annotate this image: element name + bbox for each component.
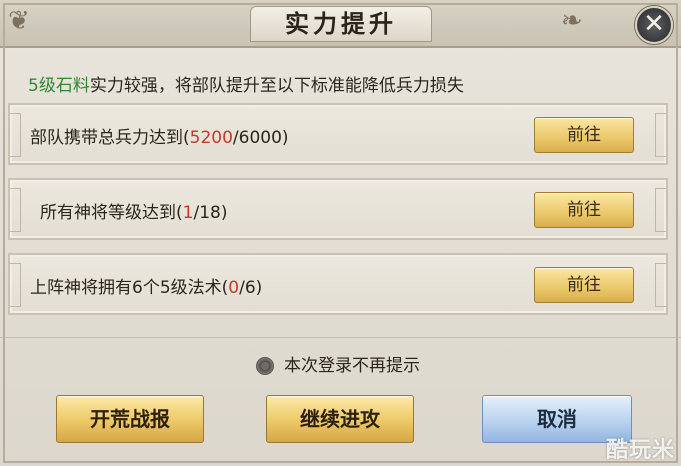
- close-icon: ✕: [643, 9, 665, 39]
- battle-report-button[interactable]: 开荒战报: [56, 395, 204, 443]
- watermark-logo: 酷玩米: [605, 438, 675, 463]
- continue-attack-button[interactable]: 继续进攻: [266, 395, 414, 443]
- go-button-troops[interactable]: 前往: [534, 117, 634, 153]
- task-row-troops: 部队携带总兵力达到(5200/6000) 前往: [8, 103, 668, 165]
- intro-message: 实力较强，将部队提升至以下标准能降低兵力损失: [89, 76, 464, 96]
- task-current-value: 5200: [189, 128, 233, 148]
- intro-text: 5级石料实力较强，将部队提升至以下标准能降低兵力损失: [28, 71, 464, 96]
- task-current-value: 0: [228, 278, 240, 298]
- task-label: 部队携带总兵力达到(5200/6000): [30, 128, 289, 148]
- dialog-title: 实力提升: [250, 6, 432, 42]
- go-button-hero-level[interactable]: 前往: [534, 192, 634, 228]
- close-button[interactable]: ✕: [635, 6, 673, 44]
- go-button-spells[interactable]: 前往: [534, 267, 634, 303]
- enemy-level-highlight: 5级石料: [28, 76, 90, 96]
- task-row-spells: 上阵神将拥有6个5级法术(0/6) 前往: [8, 253, 668, 315]
- dont-show-again-label: 本次登录不再提示: [284, 356, 420, 376]
- ornament-right-icon: ❧: [561, 6, 583, 36]
- task-current-value: 1: [182, 203, 194, 223]
- ornament-left-icon: ❦: [8, 6, 30, 36]
- task-label: 所有神将等级达到(1/18): [40, 203, 228, 223]
- radio-checkbox[interactable]: [256, 357, 274, 375]
- task-row-hero-level: 所有神将等级达到(1/18) 前往: [8, 178, 668, 240]
- strength-upgrade-dialog: ❦ 实力提升 ❧ ✕ 5级石料实力较强，将部队提升至以下标准能降低兵力损失 部队…: [0, 0, 681, 466]
- dialog-header: ❦ 实力提升 ❧ ✕: [0, 0, 681, 48]
- divider: [0, 337, 681, 338]
- task-label: 上阵神将拥有6个5级法术(0/6): [30, 278, 263, 298]
